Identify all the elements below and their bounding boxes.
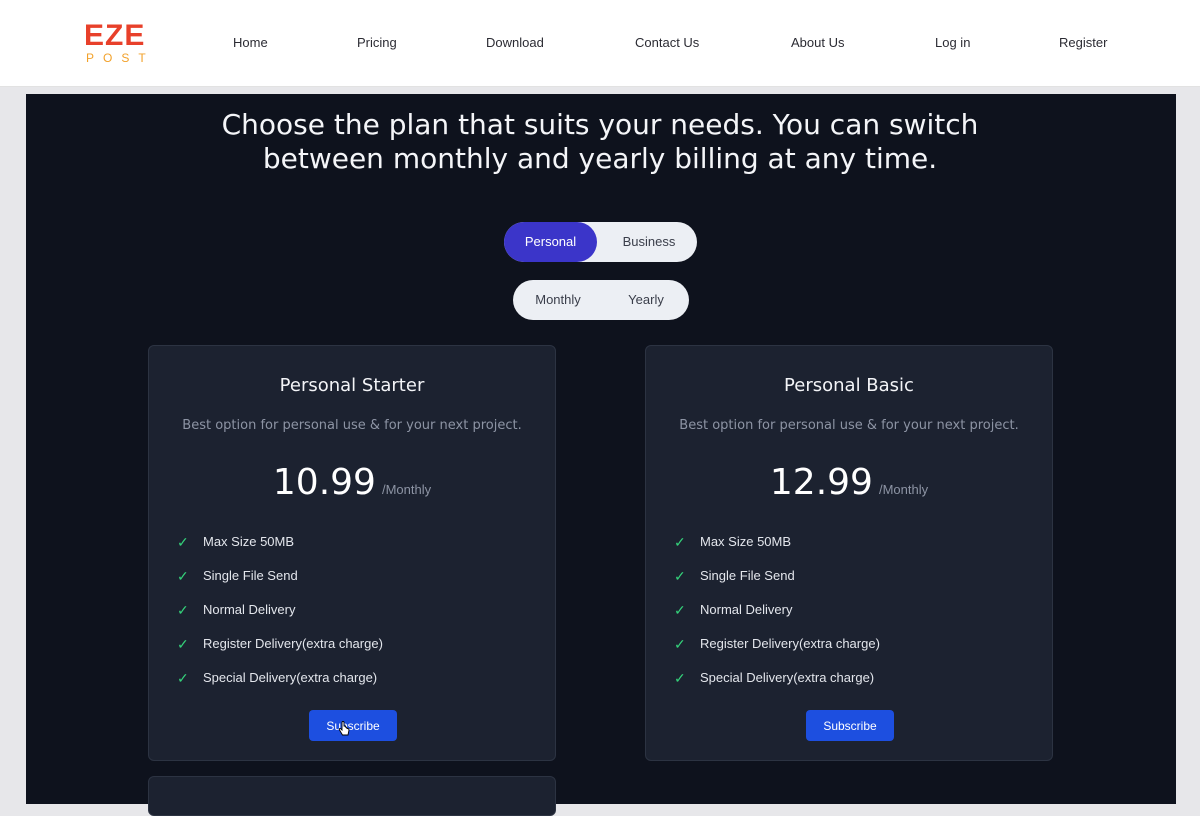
plan-title: Personal Basic	[784, 375, 914, 396]
nav-login-link[interactable]: Log in	[935, 34, 970, 52]
toggle-personal-option[interactable]: Personal	[504, 222, 597, 262]
plan-price-row: 12.99/Monthly	[646, 458, 1052, 508]
nav-about-link[interactable]: About Us	[791, 34, 844, 52]
nav-register-link[interactable]: Register	[1059, 34, 1107, 52]
billing-period-toggle: Monthly Yearly	[513, 280, 689, 320]
feature-label: Register Delivery(extra charge)	[203, 636, 383, 651]
feature-item: ✓ Normal Delivery	[177, 600, 383, 634]
plan-price-row: 10.99/Monthly	[149, 458, 555, 508]
feature-item: ✓ Max Size 50MB	[177, 532, 383, 566]
logo-wordmark: EZE	[84, 19, 146, 52]
check-icon: ✓	[177, 568, 189, 584]
toggle-yearly-option[interactable]: Yearly	[611, 280, 681, 320]
plan-card-personal-basic: Personal Basic Best option for personal …	[645, 345, 1053, 761]
feature-label: Special Delivery(extra charge)	[203, 670, 378, 685]
check-icon: ✓	[674, 636, 686, 652]
plan-period: /Monthly	[381, 482, 432, 497]
feature-label: Max Size 50MB	[203, 534, 295, 549]
toggle-monthly-option[interactable]: Monthly	[521, 280, 595, 320]
plan-title: Personal Starter	[279, 375, 425, 396]
feature-item: ✓ Max Size 50MB	[674, 532, 880, 566]
check-icon: ✓	[177, 636, 189, 652]
feature-item: ✓ Register Delivery(extra charge)	[177, 634, 383, 668]
toggle-business-option[interactable]: Business	[601, 222, 697, 262]
subscribe-button-starter[interactable]: Subscribe	[309, 710, 397, 741]
hand-cursor-icon	[338, 721, 350, 736]
feature-item: ✓ Single File Send	[177, 566, 383, 600]
feature-item: ✓ Register Delivery(extra charge)	[674, 634, 880, 668]
plan-price: 10.99	[272, 462, 376, 503]
feature-label: Max Size 50MB	[700, 534, 792, 549]
plan-description: Best option for personal use & for your …	[679, 418, 1019, 433]
nav-home-link[interactable]: Home	[233, 34, 268, 52]
check-icon: ✓	[674, 534, 686, 550]
plan-feature-list: ✓ Max Size 50MB ✓ Single File Send ✓ Normal…	[177, 532, 383, 702]
feature-label: Single File Send	[203, 568, 298, 583]
feature-item: ✓ Normal Delivery	[674, 600, 880, 634]
check-icon: ✓	[674, 670, 686, 686]
plan-price: 12.99	[769, 462, 873, 503]
check-icon: ✓	[177, 670, 189, 686]
feature-item: ✓ Special Delivery(extra charge)	[674, 668, 880, 702]
feature-label: Special Delivery(extra charge)	[700, 670, 875, 685]
check-icon: ✓	[674, 568, 686, 584]
feature-label: Register Delivery(extra charge)	[700, 636, 880, 651]
feature-item: ✓ Single File Send	[674, 566, 880, 600]
nav-contact-link[interactable]: Contact Us	[635, 34, 699, 52]
feature-label: Single File Send	[700, 568, 795, 583]
check-icon: ✓	[177, 602, 189, 618]
feature-label: Normal Delivery	[700, 602, 793, 617]
ezepost-logo[interactable]: EZE POST	[84, 20, 156, 66]
nav-pricing-link[interactable]: Pricing	[357, 34, 397, 52]
top-navigation-bar: EZE POST Home Pricing Download Contact U…	[0, 0, 1200, 87]
plan-period: /Monthly	[878, 482, 929, 497]
pricing-headline: Choose the plan that suits your needs. Y…	[221, 108, 979, 175]
plan-card-personal-starter: Personal Starter Best option for persona…	[148, 345, 556, 761]
check-icon: ✓	[674, 602, 686, 618]
plan-feature-list: ✓ Max Size 50MB ✓ Single File Send ✓ Normal…	[674, 532, 880, 702]
check-icon: ✓	[177, 534, 189, 550]
logo-subtitle: POST	[86, 51, 155, 65]
feature-label: Normal Delivery	[203, 602, 296, 617]
plan-card-partial	[148, 776, 556, 816]
subscribe-button-basic[interactable]: Subscribe	[806, 710, 894, 741]
feature-item: ✓ Special Delivery(extra charge)	[177, 668, 383, 702]
nav-download-link[interactable]: Download	[486, 34, 544, 52]
plan-description: Best option for personal use & for your …	[182, 418, 522, 433]
plan-type-toggle: Personal Business	[504, 222, 697, 262]
